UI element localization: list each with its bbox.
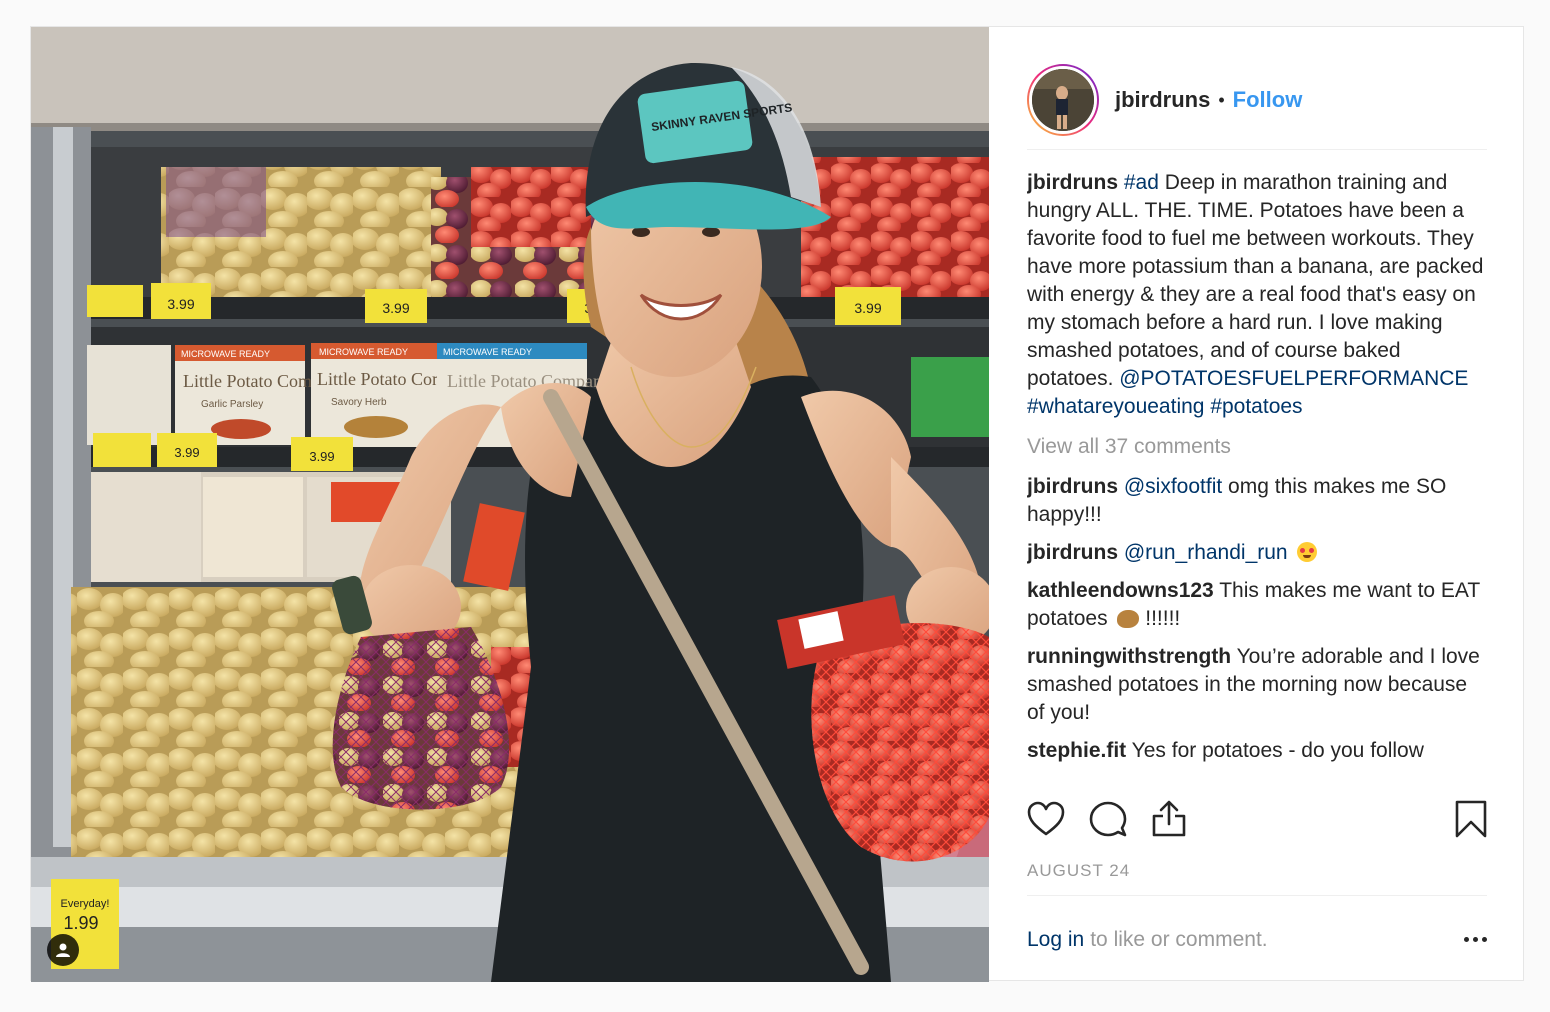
svg-text:3.99: 3.99 [854, 300, 881, 316]
comment-text: Yes for potatoes - do you follow [1126, 739, 1424, 762]
svg-text:Garlic Parsley: Garlic Parsley [201, 399, 263, 410]
heart-eyes-emoji-icon [1297, 542, 1318, 562]
svg-text:Everyday!: Everyday! [61, 898, 110, 910]
tagged-user-icon[interactable] [47, 934, 79, 966]
grocery-store-photo: 3.99 3.99 3.99 3.99 MICROWAVE READY Litt… [31, 27, 989, 982]
story-ring[interactable] [1027, 64, 1099, 136]
separator-dot: • [1218, 89, 1225, 110]
potato-emoji-icon [1117, 610, 1140, 628]
svg-text:MICROWAVE READY: MICROWAVE READY [443, 347, 532, 357]
like-button[interactable] [1027, 797, 1071, 841]
more-options-icon[interactable] [1457, 937, 1487, 942]
login-link[interactable]: Log in [1027, 928, 1084, 952]
comment-username[interactable]: stephie.fit [1027, 739, 1126, 762]
svg-text:3.99: 3.99 [167, 296, 194, 312]
hashtag-link[interactable]: #potatoes [1210, 395, 1302, 418]
list-item: runningwithstrength You’re adorable and … [1027, 643, 1487, 727]
comment-bubble-icon [1089, 801, 1127, 837]
post-actions [1027, 797, 1487, 841]
post-footer: Log in to like or comment. [1027, 895, 1487, 983]
post-header: jbirdruns • Follow [1027, 51, 1487, 150]
avatar[interactable] [1029, 66, 1097, 134]
mention-link[interactable]: @sixfootfit [1124, 475, 1222, 498]
svg-text:3.99: 3.99 [382, 300, 409, 316]
comments-list[interactable]: jbirdruns #ad Deep in marathon training … [1027, 169, 1487, 781]
list-item: stephie.fit Yes for potatoes - do you fo… [1027, 737, 1487, 765]
svg-text:3.99: 3.99 [309, 449, 334, 464]
post-photo[interactable]: 3.99 3.99 3.99 3.99 MICROWAVE READY Litt… [31, 27, 989, 982]
list-item: jbirdruns @sixfootfit omg this makes me … [1027, 473, 1487, 529]
list-item: kathleendowns123 This makes me want to E… [1027, 577, 1487, 633]
comment-username[interactable]: runningwithstrength [1027, 645, 1231, 668]
instagram-post: 3.99 3.99 3.99 3.99 MICROWAVE READY Litt… [30, 26, 1525, 982]
svg-text:Savory Herb: Savory Herb [331, 397, 387, 408]
bookmark-icon [1455, 800, 1487, 838]
hashtag-link[interactable]: #whatareyoueating [1027, 395, 1204, 418]
follow-button[interactable]: Follow [1233, 87, 1303, 113]
mention-link[interactable]: @run_rhandi_run [1124, 541, 1288, 564]
comment-text [1288, 541, 1294, 564]
heart-icon [1027, 801, 1065, 836]
share-button[interactable] [1151, 797, 1195, 841]
comment-username[interactable]: kathleendowns123 [1027, 579, 1214, 602]
comment-username[interactable]: jbirdruns [1027, 475, 1118, 498]
post-date[interactable]: AUGUST 24 [1027, 861, 1130, 881]
svg-text:3.99: 3.99 [174, 445, 199, 460]
share-icon [1152, 800, 1186, 837]
footer-text: to like or comment. [1090, 927, 1268, 951]
svg-text:1.99: 1.99 [63, 913, 98, 933]
save-button[interactable] [1443, 797, 1487, 841]
hashtag-link[interactable]: #ad [1124, 171, 1159, 194]
comment-username[interactable]: jbirdruns [1027, 541, 1118, 564]
svg-text:MICROWAVE READY: MICROWAVE READY [181, 349, 270, 359]
caption-username[interactable]: jbirdruns [1027, 171, 1118, 194]
comment-text: !!!!!! [1139, 607, 1181, 630]
post-side-panel: jbirdruns • Follow jbirdruns #ad Deep in… [989, 27, 1525, 982]
caption-text: Deep in marathon training and hungry ALL… [1027, 171, 1484, 390]
header-username[interactable]: jbirdruns [1115, 87, 1210, 113]
list-item: jbirdruns @run_rhandi_run [1027, 539, 1487, 567]
svg-text:MICROWAVE READY: MICROWAVE READY [319, 347, 408, 357]
view-all-comments-link[interactable]: View all 37 comments [1027, 433, 1487, 461]
post-caption: jbirdruns #ad Deep in marathon training … [1027, 169, 1487, 421]
comment-button[interactable] [1089, 797, 1133, 841]
mention-link[interactable]: @POTATOESFUELPERFORMANCE [1119, 367, 1468, 390]
